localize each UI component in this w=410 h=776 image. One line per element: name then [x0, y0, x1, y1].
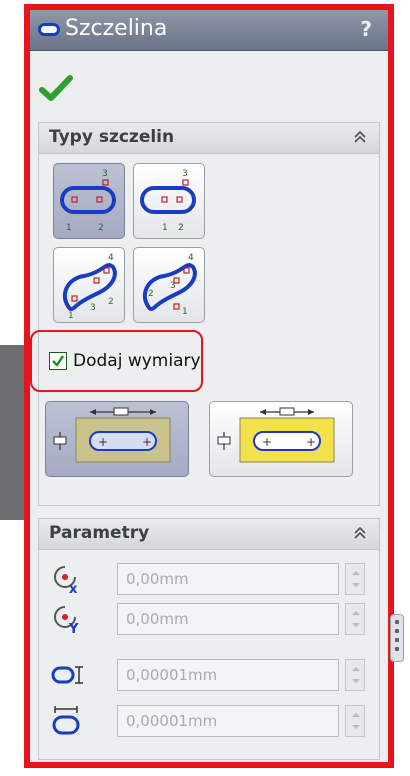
- red-outline-highlight: [24, 4, 394, 768]
- panel-resize-handle[interactable]: [390, 614, 404, 662]
